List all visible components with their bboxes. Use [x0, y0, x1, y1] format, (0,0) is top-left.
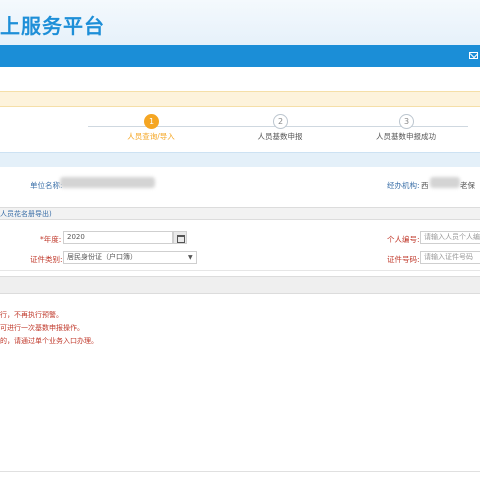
person-id-input[interactable]: 请输入人员个人编号 — [420, 231, 480, 244]
platform-title: 上服务平台 — [0, 14, 105, 38]
agency-label: 经办机构: — [387, 181, 420, 190]
chevron-down-icon: ▼ — [188, 254, 193, 261]
step-3-label: 人员基数申报成功 — [376, 132, 436, 141]
agency-redacted — [430, 177, 460, 188]
cert-type-label: 证件类别: — [30, 255, 63, 264]
step-2-label: 人员基数申报 — [257, 132, 303, 141]
query-section-title: 人员花名册导出) — [0, 210, 52, 218]
cert-no-placeholder: 请输入证件号码 — [424, 253, 473, 261]
agency-suffix: 老保 — [460, 181, 475, 190]
step-1-label: 人员查询/导入 — [127, 132, 175, 141]
calendar-icon — [177, 235, 185, 243]
tip-line-1: 行，不再执行预警。 — [0, 311, 63, 319]
query-section-bar — [0, 207, 480, 220]
mail-icon[interactable] — [469, 52, 478, 59]
person-id-label: 个人编号: — [387, 235, 420, 244]
step-2-circle: 2 — [273, 114, 288, 129]
notice-bar — [0, 91, 480, 107]
unit-info-section-bar — [0, 152, 480, 167]
unit-name-label: 单位名称: — [30, 181, 63, 190]
toolbar-bar — [0, 276, 480, 294]
tip-line-2: 可进行一次基数申报操作。 — [0, 324, 84, 332]
cert-no-label: 证件号码: — [387, 255, 420, 264]
footer-divider — [0, 471, 480, 472]
cert-no-input[interactable]: 请输入证件号码 — [420, 251, 480, 264]
step-3-circle: 3 — [399, 114, 414, 129]
main-navbar — [0, 45, 480, 67]
year-label: *年度: — [40, 235, 62, 244]
year-input[interactable]: 2020 — [63, 231, 173, 244]
step-1-circle: 1 — [144, 114, 159, 129]
cert-type-select[interactable]: 居民身份证（户口簿） — [63, 251, 197, 264]
agency-prefix: 西 — [421, 181, 429, 190]
tip-line-3: 的，请通过单个业务入口办理。 — [0, 337, 98, 345]
cert-type-value: 居民身份证（户口簿） — [67, 253, 137, 261]
person-id-placeholder: 请输入人员个人编号 — [424, 233, 480, 241]
calendar-button[interactable] — [173, 231, 187, 244]
form-divider — [0, 270, 480, 271]
unit-name-redacted — [60, 177, 155, 188]
